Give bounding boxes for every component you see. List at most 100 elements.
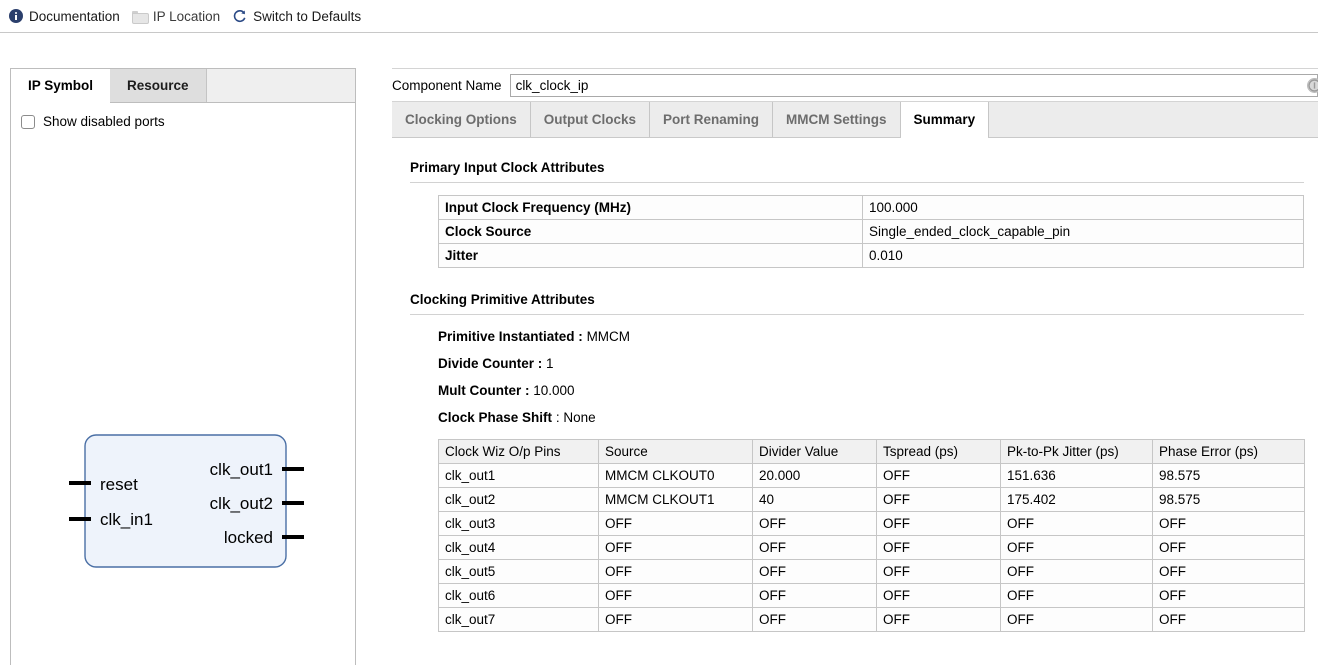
table-cell: OFF: [598, 511, 753, 536]
clocking-primitive-attributes: Primitive Instantiated : MMCM Divide Cou…: [438, 329, 1304, 425]
table-cell: clk_out4: [438, 535, 599, 560]
table-cell: 40: [752, 487, 877, 512]
jitter-label: Jitter: [438, 243, 863, 268]
tab-clocking-options[interactable]: Clocking Options: [392, 102, 531, 137]
ip-symbol-diagram: reset clk_in1 clk_out1 clk_out2 locked: [69, 434, 304, 568]
tab-mmcm-settings[interactable]: MMCM Settings: [773, 102, 901, 137]
table-cell: OFF: [598, 583, 753, 608]
ip-location-label: IP Location: [152, 8, 221, 24]
divide-counter-label: Divide Counter :: [438, 356, 543, 371]
primitive-instantiated-label: Primitive Instantiated :: [438, 329, 583, 344]
table-row: clk_out2 MMCM CLKOUT1 40 OFF 175.402 98.575: [438, 487, 1305, 512]
jitter-value: 0.010: [862, 243, 1304, 268]
mult-counter-row: Mult Counter : 10.000: [438, 383, 1304, 398]
tab-resource-label: Resource: [127, 78, 189, 93]
tab-output-clocks[interactable]: Output Clocks: [531, 102, 651, 137]
section-divider: [410, 314, 1304, 315]
table-cell: OFF: [876, 535, 1001, 560]
clock-phase-shift-row: Clock Phase Shift : None: [438, 410, 1304, 425]
table-cell: OFF: [1152, 559, 1305, 584]
table-row: clk_out5 OFF OFF OFF OFF OFF: [438, 559, 1305, 584]
clock-phase-shift-label: Clock Phase Shift: [438, 410, 553, 425]
table-cell: OFF: [598, 559, 753, 584]
tab-clocking-options-label: Clocking Options: [405, 112, 517, 127]
pin-clk-out1-stub: [282, 467, 304, 471]
table-cell: OFF: [598, 607, 753, 632]
table-cell: clk_out2: [438, 487, 599, 512]
tab-output-clocks-label: Output Clocks: [543, 112, 637, 127]
table-row: Clock Source Single_ended_clock_capable_…: [438, 219, 1304, 244]
switch-to-defaults-button[interactable]: Switch to Defaults: [229, 4, 370, 28]
table-cell: OFF: [752, 535, 877, 560]
ip-symbol-panel: IP Symbol Resource Show disabled ports r…: [10, 68, 356, 665]
primitive-instantiated-value: MMCM: [586, 329, 631, 344]
summary-content: Primary Input Clock Attributes Input Clo…: [392, 138, 1318, 663]
switch-to-defaults-label: Switch to Defaults: [253, 8, 362, 24]
table-row: clk_out6 OFF OFF OFF OFF OFF: [438, 583, 1305, 608]
pin-reset-stub: [69, 481, 91, 485]
table-cell: MMCM CLKOUT1: [598, 487, 753, 512]
port-label-clk-in1: clk_in1: [100, 510, 153, 529]
table-cell: clk_out7: [438, 607, 599, 632]
table-cell: OFF: [752, 607, 877, 632]
table-cell: OFF: [752, 583, 877, 608]
info-icon: [9, 9, 23, 23]
tab-port-renaming[interactable]: Port Renaming: [650, 102, 774, 137]
output-clocks-table-body: clk_out1 MMCM CLKOUT0 20.000 OFF 151.636 98.5…: [438, 463, 1305, 632]
pin-clk-in1-stub: [69, 517, 91, 521]
table-row: clk_out3 OFF OFF OFF OFF OFF: [438, 511, 1305, 536]
ip-location-button[interactable]: IP Location: [129, 4, 229, 28]
folder-icon: [131, 10, 149, 24]
ip-symbol-body: Show disabled ports reset clk_in1 clk_ou…: [11, 103, 355, 665]
table-cell: clk_out1: [438, 463, 599, 488]
component-name-input[interactable]: [509, 73, 1318, 97]
table-cell: clk_out6: [438, 583, 599, 608]
port-label-clk-out1: clk_out1: [210, 460, 273, 479]
port-label-reset: reset: [100, 475, 138, 494]
tab-summary-label: Summary: [913, 112, 976, 127]
table-cell: OFF: [1152, 583, 1305, 608]
table-cell: OFF: [1000, 559, 1153, 584]
status-badge-icon: [1307, 78, 1318, 93]
tab-ip-symbol-label: IP Symbol: [28, 78, 94, 93]
table-cell: OFF: [598, 535, 753, 560]
table-cell: OFF: [752, 511, 877, 536]
column-header-tspread: Tspread (ps): [876, 439, 1001, 464]
table-row: Jitter 0.010: [438, 243, 1304, 268]
table-cell: MMCM CLKOUT0: [598, 463, 753, 488]
table-cell: OFF: [876, 463, 1001, 488]
divide-counter-value: 1: [546, 356, 554, 371]
primitive-instantiated-row: Primitive Instantiated : MMCM: [438, 329, 1304, 344]
table-cell: OFF: [1000, 583, 1153, 608]
tab-bar-filler: [988, 102, 1318, 137]
table-cell: 151.636: [1000, 463, 1153, 488]
pin-clk-out3-stub: [282, 535, 304, 539]
column-header-phase-error: Phase Error (ps): [1152, 439, 1305, 464]
column-header-source: Source: [598, 439, 753, 464]
table-cell: OFF: [1152, 607, 1305, 632]
input-clock-frequency-value: 100.000: [862, 195, 1304, 220]
tab-summary[interactable]: Summary: [900, 102, 989, 138]
table-row: clk_out4 OFF OFF OFF OFF OFF: [438, 535, 1305, 560]
clock-source-label: Clock Source: [438, 219, 863, 244]
top-toolbar: Documentation IP Location Switch to Defa…: [0, 0, 1318, 33]
table-row: Input Clock Frequency (MHz) 100.000: [438, 195, 1304, 220]
table-cell: clk_out5: [438, 559, 599, 584]
port-label-locked: locked: [224, 528, 273, 547]
documentation-button[interactable]: Documentation: [6, 4, 129, 28]
config-panel: Component Name Clocking Options Output C…: [392, 68, 1318, 665]
pin-clk-out2-stub: [282, 501, 304, 505]
table-cell: OFF: [876, 559, 1001, 584]
primary-input-clock-table: Input Clock Frequency (MHz) 100.000 Cloc…: [438, 195, 1304, 268]
port-label-clk-out2: clk_out2: [210, 494, 273, 513]
table-row: clk_out1 MMCM CLKOUT0 20.000 OFF 151.636 98.5…: [438, 463, 1305, 488]
table-cell: 98.575: [1152, 487, 1305, 512]
tab-resource[interactable]: Resource: [110, 69, 207, 102]
tab-ip-symbol[interactable]: IP Symbol: [11, 69, 111, 103]
table-row: clk_out7 OFF OFF OFF OFF OFF: [438, 607, 1305, 632]
column-header-divider-value: Divider Value: [752, 439, 877, 464]
table-cell: 175.402: [1000, 487, 1153, 512]
mult-counter-label: Mult Counter :: [438, 383, 530, 398]
table-cell: clk_out3: [438, 511, 599, 536]
primary-input-clock-heading: Primary Input Clock Attributes: [410, 160, 605, 175]
